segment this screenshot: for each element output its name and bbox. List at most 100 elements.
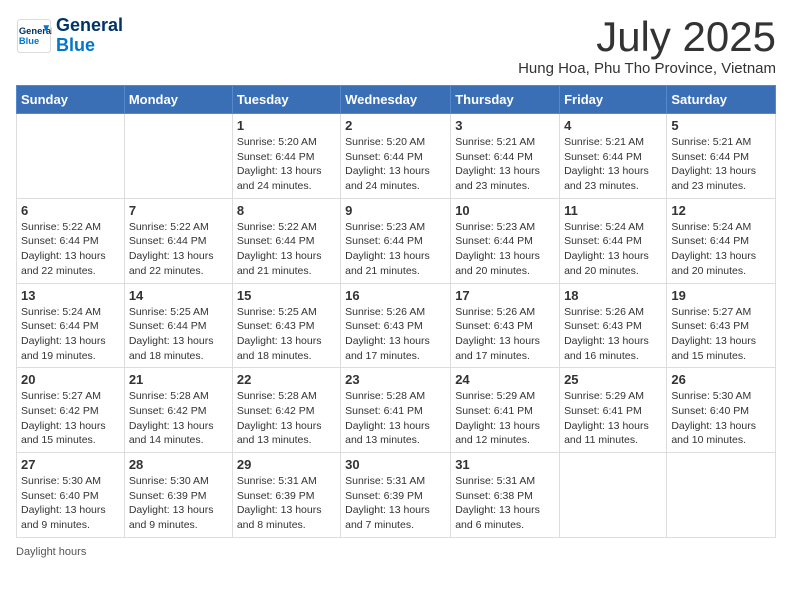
day-number: 10 bbox=[455, 203, 555, 218]
day-info: Sunrise: 5:26 AM Sunset: 6:43 PM Dayligh… bbox=[564, 305, 662, 364]
day-number: 22 bbox=[237, 372, 336, 387]
calendar-cell: 19 Sunrise: 5:27 AM Sunset: 6:43 PM Dayli… bbox=[667, 283, 776, 368]
calendar-cell: 13 Sunrise: 5:24 AM Sunset: 6:44 PM Dayli… bbox=[17, 283, 125, 368]
logo: General Blue General Blue bbox=[16, 16, 123, 56]
calendar-cell: 20 Sunrise: 5:27 AM Sunset: 6:42 PM Dayli… bbox=[17, 368, 125, 453]
weekday-header-wednesday: Wednesday bbox=[341, 86, 451, 114]
day-info: Sunrise: 5:31 AM Sunset: 6:39 PM Dayligh… bbox=[237, 474, 336, 533]
calendar-cell: 5Sunrise: 5:21 AM Sunset: 6:44 PM Daylig… bbox=[667, 114, 776, 199]
day-number: 16 bbox=[345, 288, 446, 303]
weekday-header-saturday: Saturday bbox=[667, 86, 776, 114]
logo-general: General bbox=[56, 15, 123, 35]
calendar-cell: 28 Sunrise: 5:30 AM Sunset: 6:39 PM Dayli… bbox=[124, 453, 232, 538]
day-number: 5 bbox=[671, 118, 771, 133]
day-info: Sunrise: 5:22 AM Sunset: 6:44 PM Dayligh… bbox=[129, 220, 228, 279]
weekday-header-thursday: Thursday bbox=[451, 86, 560, 114]
day-info: Sunrise: 5:24 AM Sunset: 6:44 PM Dayligh… bbox=[671, 220, 771, 279]
calendar-week-row: 6Sunrise: 5:22 AM Sunset: 6:44 PM Daylig… bbox=[17, 198, 776, 283]
day-info: Sunrise: 5:23 AM Sunset: 6:44 PM Dayligh… bbox=[455, 220, 555, 279]
day-number: 2 bbox=[345, 118, 446, 133]
day-number: 25 bbox=[564, 372, 662, 387]
day-number: 26 bbox=[671, 372, 771, 387]
day-info: Sunrise: 5:25 AM Sunset: 6:43 PM Dayligh… bbox=[237, 305, 336, 364]
day-number: 9 bbox=[345, 203, 446, 218]
day-number: 28 bbox=[129, 457, 228, 472]
calendar-cell: 7 Sunrise: 5:22 AM Sunset: 6:44 PM Daylig… bbox=[124, 198, 232, 283]
calendar-cell: 10 Sunrise: 5:23 AM Sunset: 6:44 PM Dayli… bbox=[451, 198, 560, 283]
day-number: 24 bbox=[455, 372, 555, 387]
weekday-header-monday: Monday bbox=[124, 86, 232, 114]
calendar-week-row: 20 Sunrise: 5:27 AM Sunset: 6:42 PM Dayli… bbox=[17, 368, 776, 453]
day-info: Sunrise: 5:20 AM Sunset: 6:44 PM Dayligh… bbox=[345, 135, 446, 194]
day-info: Sunrise: 5:26 AM Sunset: 6:43 PM Dayligh… bbox=[345, 305, 446, 364]
calendar-cell: 3Sunrise: 5:21 AM Sunset: 6:44 PM Daylig… bbox=[451, 114, 560, 199]
day-info: Sunrise: 5:22 AM Sunset: 6:44 PM Dayligh… bbox=[237, 220, 336, 279]
logo-blue: Blue bbox=[56, 35, 95, 55]
day-info: Sunrise: 5:29 AM Sunset: 6:41 PM Dayligh… bbox=[455, 389, 555, 448]
calendar-cell: 23 Sunrise: 5:28 AM Sunset: 6:41 PM Dayli… bbox=[341, 368, 451, 453]
day-info: Sunrise: 5:27 AM Sunset: 6:43 PM Dayligh… bbox=[671, 305, 771, 364]
day-number: 31 bbox=[455, 457, 555, 472]
day-info: Sunrise: 5:23 AM Sunset: 6:44 PM Dayligh… bbox=[345, 220, 446, 279]
day-number: 23 bbox=[345, 372, 446, 387]
day-info: Sunrise: 5:29 AM Sunset: 6:41 PM Dayligh… bbox=[564, 389, 662, 448]
weekday-header-sunday: Sunday bbox=[17, 86, 125, 114]
day-number: 17 bbox=[455, 288, 555, 303]
calendar-cell: 22 Sunrise: 5:28 AM Sunset: 6:42 PM Dayli… bbox=[232, 368, 340, 453]
day-number: 3 bbox=[455, 118, 555, 133]
calendar-week-row: 1Sunrise: 5:20 AM Sunset: 6:44 PM Daylig… bbox=[17, 114, 776, 199]
header: General Blue General Blue July 2025 Hung… bbox=[16, 16, 776, 77]
day-info: Sunrise: 5:28 AM Sunset: 6:41 PM Dayligh… bbox=[345, 389, 446, 448]
calendar-cell bbox=[124, 114, 232, 199]
calendar-week-row: 13 Sunrise: 5:24 AM Sunset: 6:44 PM Dayli… bbox=[17, 283, 776, 368]
day-number: 11 bbox=[564, 203, 662, 218]
weekday-header-friday: Friday bbox=[560, 86, 667, 114]
logo-icon: General Blue bbox=[16, 18, 52, 54]
day-number: 21 bbox=[129, 372, 228, 387]
calendar-cell: 17Sunrise: 5:26 AM Sunset: 6:43 PM Dayli… bbox=[451, 283, 560, 368]
day-info: Sunrise: 5:30 AM Sunset: 6:40 PM Dayligh… bbox=[21, 474, 120, 533]
calendar-cell: 31 Sunrise: 5:31 AM Sunset: 6:38 PM Dayli… bbox=[451, 453, 560, 538]
calendar-cell: 6Sunrise: 5:22 AM Sunset: 6:44 PM Daylig… bbox=[17, 198, 125, 283]
calendar-cell: 4 Sunrise: 5:21 AM Sunset: 6:44 PM Daylig… bbox=[560, 114, 667, 199]
day-number: 7 bbox=[129, 203, 228, 218]
day-number: 18 bbox=[564, 288, 662, 303]
footer-note: Daylight hours bbox=[16, 546, 776, 558]
calendar-cell: 2 Sunrise: 5:20 AM Sunset: 6:44 PM Daylig… bbox=[341, 114, 451, 199]
calendar-cell: 15 Sunrise: 5:25 AM Sunset: 6:43 PM Dayli… bbox=[232, 283, 340, 368]
day-info: Sunrise: 5:30 AM Sunset: 6:40 PM Dayligh… bbox=[671, 389, 771, 448]
day-number: 20 bbox=[21, 372, 120, 387]
calendar-cell: 12 Sunrise: 5:24 AM Sunset: 6:44 PM Dayli… bbox=[667, 198, 776, 283]
calendar-cell: 9 Sunrise: 5:23 AM Sunset: 6:44 PM Daylig… bbox=[341, 198, 451, 283]
day-info: Sunrise: 5:22 AM Sunset: 6:44 PM Dayligh… bbox=[21, 220, 120, 279]
day-info: Sunrise: 5:31 AM Sunset: 6:39 PM Dayligh… bbox=[345, 474, 446, 533]
svg-text:Blue: Blue bbox=[19, 36, 39, 46]
weekday-header-row: SundayMondayTuesdayWednesdayThursdayFrid… bbox=[17, 86, 776, 114]
day-info: Sunrise: 5:27 AM Sunset: 6:42 PM Dayligh… bbox=[21, 389, 120, 448]
calendar-table: SundayMondayTuesdayWednesdayThursdayFrid… bbox=[16, 85, 776, 538]
calendar-cell bbox=[17, 114, 125, 199]
day-info: Sunrise: 5:25 AM Sunset: 6:44 PM Dayligh… bbox=[129, 305, 228, 364]
day-number: 13 bbox=[21, 288, 120, 303]
calendar-cell: 25 Sunrise: 5:29 AM Sunset: 6:41 PM Dayli… bbox=[560, 368, 667, 453]
day-info: Sunrise: 5:28 AM Sunset: 6:42 PM Dayligh… bbox=[237, 389, 336, 448]
calendar-cell: 11 Sunrise: 5:24 AM Sunset: 6:44 PM Dayli… bbox=[560, 198, 667, 283]
day-number: 19 bbox=[671, 288, 771, 303]
day-number: 15 bbox=[237, 288, 336, 303]
day-info: Sunrise: 5:31 AM Sunset: 6:38 PM Dayligh… bbox=[455, 474, 555, 533]
day-info: Sunrise: 5:21 AM Sunset: 6:44 PM Dayligh… bbox=[564, 135, 662, 194]
calendar-cell bbox=[560, 453, 667, 538]
day-number: 12 bbox=[671, 203, 771, 218]
logo-text: General Blue bbox=[56, 16, 123, 56]
calendar-week-row: 27Sunrise: 5:30 AM Sunset: 6:40 PM Dayli… bbox=[17, 453, 776, 538]
title-area: July 2025 Hung Hoa, Phu Tho Province, Vi… bbox=[518, 16, 776, 77]
day-info: Sunrise: 5:24 AM Sunset: 6:44 PM Dayligh… bbox=[564, 220, 662, 279]
daylight-hours-label: Daylight hours bbox=[16, 546, 86, 558]
day-info: Sunrise: 5:24 AM Sunset: 6:44 PM Dayligh… bbox=[21, 305, 120, 364]
day-number: 4 bbox=[564, 118, 662, 133]
calendar-cell: 26 Sunrise: 5:30 AM Sunset: 6:40 PM Dayli… bbox=[667, 368, 776, 453]
calendar-cell: 14Sunrise: 5:25 AM Sunset: 6:44 PM Dayli… bbox=[124, 283, 232, 368]
day-number: 29 bbox=[237, 457, 336, 472]
calendar-cell: 18 Sunrise: 5:26 AM Sunset: 6:43 PM Dayli… bbox=[560, 283, 667, 368]
day-info: Sunrise: 5:30 AM Sunset: 6:39 PM Dayligh… bbox=[129, 474, 228, 533]
